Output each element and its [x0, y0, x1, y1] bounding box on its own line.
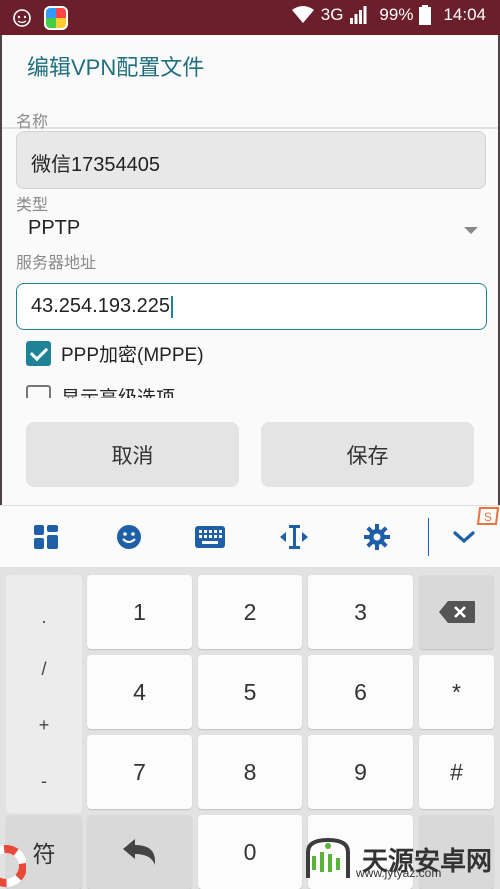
emoji-icon[interactable] [114, 522, 144, 552]
show-advanced-checkbox[interactable]: 显示高级选项 [26, 385, 326, 398]
key-4[interactable]: 4 [87, 655, 192, 729]
symbol-minus[interactable]: - [6, 771, 82, 792]
save-button[interactable]: 保存 [261, 422, 474, 487]
symbol-dot[interactable]: . [6, 607, 82, 628]
checkbox-checked-icon [26, 340, 51, 366]
cursor-icon[interactable] [279, 522, 309, 552]
key-9[interactable]: 9 [308, 735, 413, 809]
watermark: 天源安卓网 www.jytyaz.com [300, 830, 500, 889]
key-0[interactable]: 0 [198, 815, 302, 889]
key-5[interactable]: 5 [198, 655, 302, 729]
key-hash[interactable]: # [419, 735, 494, 809]
key-1[interactable]: 1 [87, 575, 192, 649]
status-bar: 3G 99% 14:04 [0, 0, 500, 35]
gear-icon[interactable] [362, 522, 392, 552]
signal-icon [350, 6, 367, 24]
key-8[interactable]: 8 [198, 735, 302, 809]
server-address-input[interactable]: 43.254.193.225 [16, 283, 487, 330]
ppp-encryption-checkbox[interactable]: PPP加密(MPPE) [26, 339, 204, 367]
watermark-url: www.jytyaz.com [356, 866, 442, 880]
network-type: 3G [320, 5, 344, 24]
server-value: 43.254.193.225 [31, 295, 171, 317]
grid-icon[interactable] [31, 522, 61, 552]
checkbox-unchecked-icon [26, 385, 51, 398]
type-dropdown[interactable]: PPTP [16, 213, 486, 247]
ppp-encryption-label: PPP加密(MPPE) [61, 344, 204, 366]
key-7[interactable]: 7 [87, 735, 192, 809]
battery-icon [419, 5, 432, 25]
symbol-list[interactable]: . / + - [6, 575, 82, 813]
name-label: 名称 [16, 114, 49, 131]
input-method-logo-icon: S [476, 507, 500, 525]
keyboard-toolbar: S [0, 505, 500, 567]
toolbar-separator [428, 518, 429, 556]
svg-text:S: S [484, 510, 492, 524]
collapse-icon[interactable] [449, 522, 479, 552]
dialog-title: 编辑VPN配置文件 [27, 55, 205, 80]
name-field[interactable]: 微信17354405 [16, 131, 486, 189]
type-value: PPTP [28, 217, 81, 239]
undo-icon [122, 839, 155, 865]
cat-face-icon [13, 9, 31, 27]
symbol-plus[interactable]: + [6, 715, 82, 736]
name-value: 微信17354405 [31, 154, 160, 176]
symbol-slash[interactable]: / [6, 659, 82, 680]
divider [2, 127, 498, 129]
battery-percent: 99% [379, 5, 414, 24]
android-logo-icon [306, 837, 350, 878]
server-label: 服务器地址 [16, 255, 97, 272]
lifebuoy-icon [0, 845, 26, 887]
app-store-icon [44, 6, 68, 30]
cancel-button[interactable]: 取消 [26, 422, 239, 487]
vpn-edit-dialog: 编辑VPN配置文件 名称 微信17354405 类型 PPTP 服务器地址 43… [2, 35, 498, 505]
key-3[interactable]: 3 [308, 575, 413, 649]
clock: 14:04 [443, 5, 486, 24]
keyboard-icon[interactable] [195, 522, 225, 552]
key-star[interactable]: * [419, 655, 494, 729]
show-advanced-label: 显示高级选项 [61, 385, 175, 398]
type-label: 类型 [16, 197, 49, 214]
wifi-icon [291, 6, 314, 23]
backspace-icon [438, 601, 475, 623]
undo-key[interactable] [87, 815, 192, 889]
backspace-key[interactable] [419, 575, 494, 649]
text-cursor [171, 295, 173, 318]
dropdown-arrow-icon [464, 227, 478, 234]
key-2[interactable]: 2 [198, 575, 302, 649]
key-6[interactable]: 6 [308, 655, 413, 729]
